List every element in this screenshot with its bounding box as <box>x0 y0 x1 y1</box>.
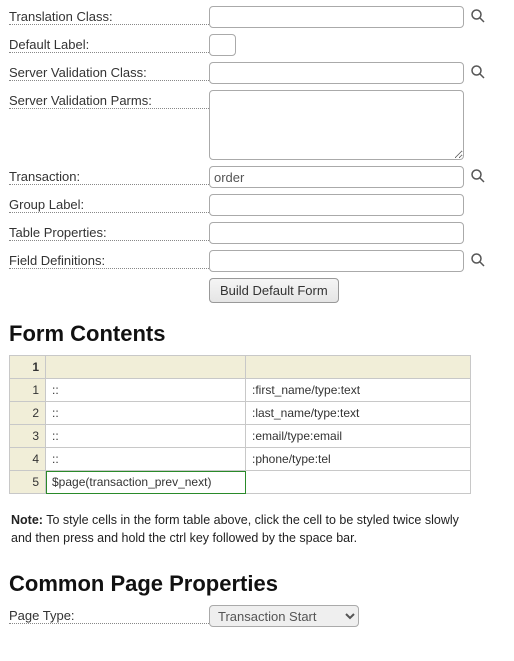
translation-class-input[interactable] <box>209 6 464 28</box>
grid-cell[interactable]: :email/type:email <box>246 425 471 448</box>
form-contents-table[interactable]: 1 1 :: :first_name/type:text 2 :: :last_… <box>9 355 471 494</box>
styling-note: Note: To style cells in the form table a… <box>11 512 475 547</box>
translation-class-label: Translation Class: <box>9 6 209 25</box>
build-default-form-button[interactable]: Build Default Form <box>209 278 339 303</box>
search-icon[interactable] <box>470 166 486 187</box>
form-contents-heading: Form Contents <box>9 321 505 347</box>
note-text: To style cells in the form table above, … <box>11 513 459 545</box>
field-definitions-input[interactable] <box>209 250 464 272</box>
search-icon[interactable] <box>470 6 486 27</box>
group-label-input[interactable] <box>209 194 464 216</box>
grid-cell[interactable]: :: <box>46 402 246 425</box>
page-type-select[interactable]: Transaction Start <box>209 605 359 627</box>
search-icon[interactable] <box>470 250 486 271</box>
table-row: 4 :: :phone/type:tel <box>10 448 471 471</box>
table-properties-label: Table Properties: <box>9 222 209 241</box>
table-row: 5 $page(transaction_prev_next) <box>10 471 471 494</box>
table-properties-input[interactable] <box>209 222 464 244</box>
table-row: 2 :: :last_name/type:text <box>10 402 471 425</box>
table-row: 1 :: :first_name/type:text <box>10 379 471 402</box>
transaction-input[interactable] <box>209 166 464 188</box>
default-label-input[interactable] <box>209 34 236 56</box>
note-prefix: Note: <box>11 513 43 527</box>
common-page-properties-heading: Common Page Properties <box>9 571 505 597</box>
grid-cell-selected[interactable]: $page(transaction_prev_next) <box>46 471 246 494</box>
server-validation-parms-label: Server Validation Parms: <box>9 90 209 109</box>
default-label-label: Default Label: <box>9 34 209 53</box>
server-validation-class-label: Server Validation Class: <box>9 62 209 81</box>
grid-cell[interactable]: :last_name/type:text <box>246 402 471 425</box>
row-number[interactable]: 4 <box>10 448 46 471</box>
row-number[interactable]: 2 <box>10 402 46 425</box>
transaction-label: Transaction: <box>9 166 209 185</box>
search-icon[interactable] <box>470 62 486 83</box>
grid-col-1-header[interactable] <box>46 356 246 379</box>
grid-cell[interactable]: :first_name/type:text <box>246 379 471 402</box>
table-row: 3 :: :email/type:email <box>10 425 471 448</box>
grid-cell[interactable]: :: <box>46 448 246 471</box>
grid-cell[interactable]: :: <box>46 425 246 448</box>
group-label-label: Group Label: <box>9 194 209 213</box>
row-number[interactable]: 1 <box>10 379 46 402</box>
field-definitions-label: Field Definitions: <box>9 250 209 269</box>
row-number[interactable]: 3 <box>10 425 46 448</box>
grid-cell[interactable] <box>246 471 471 494</box>
server-validation-parms-input[interactable] <box>209 90 464 160</box>
row-number[interactable]: 5 <box>10 471 46 494</box>
page-type-label: Page Type: <box>9 605 209 624</box>
server-validation-class-input[interactable] <box>209 62 464 84</box>
grid-cell[interactable]: :phone/type:tel <box>246 448 471 471</box>
grid-corner[interactable]: 1 <box>10 356 46 379</box>
grid-col-2-header[interactable] <box>246 356 471 379</box>
grid-cell[interactable]: :: <box>46 379 246 402</box>
